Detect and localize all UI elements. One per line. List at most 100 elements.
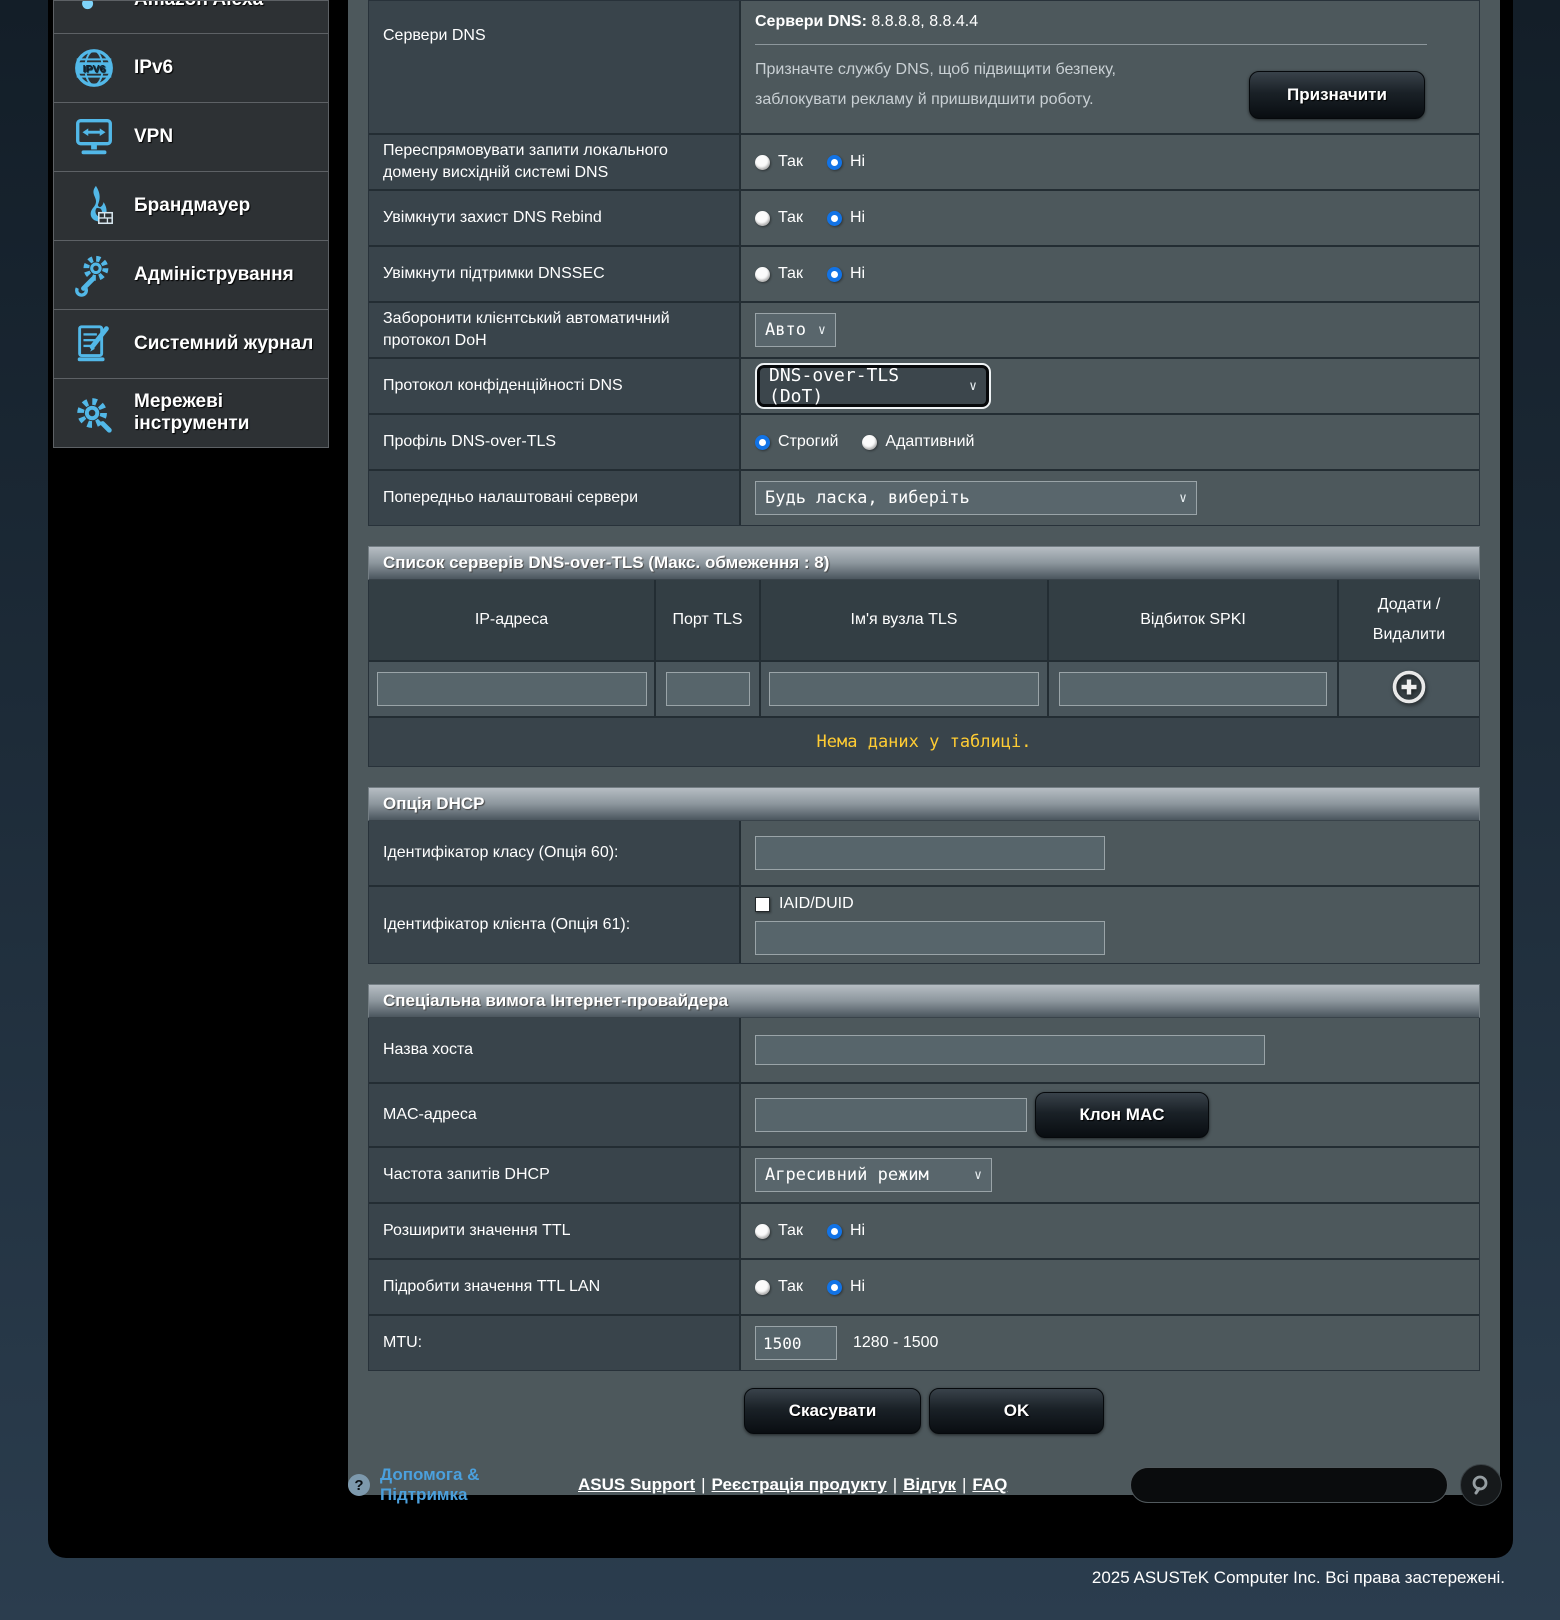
yes-radio[interactable] <box>755 154 770 170</box>
dot-server-list-section: Список серверів DNS-over-TLS (Макс. обме… <box>368 546 1480 767</box>
dns-servers-label: Сервери DNS <box>369 1 741 133</box>
ip-address-input[interactable] <box>376 672 647 706</box>
sidebar-item-label: Системний журнал <box>134 333 314 354</box>
isp-requirement-table: Назва хоста MAC-адреса Клон MAC Частота … <box>368 1018 1480 1371</box>
alexa-icon <box>70 1 118 24</box>
dns-privacy-select[interactable]: DNS-over-TLS (DoT) ∨ <box>760 365 986 407</box>
dhcp-option-section: Опція DHCP Ідентифікатор класу (Опція 60… <box>368 787 1480 964</box>
forward-local-dns-row: Переспрямовувати запити локального домен… <box>369 133 1479 189</box>
no-radio[interactable] <box>826 210 842 226</box>
wan-settings-panel: Сервери DNS Сервери DNS: 8.8.8.8, 8.8.4.… <box>348 0 1500 1495</box>
no-radio[interactable] <box>826 1279 842 1295</box>
mac-address-label: MAC-адреса <box>369 1084 741 1146</box>
dot-server-table: IP-адреса Порт TLS Ім'я вузла TLS Відбит… <box>368 580 1480 767</box>
divider <box>755 44 1427 45</box>
sidebar: Amazon Alexa IPV6 IPv6 <box>53 0 329 448</box>
dns-privacy-label: Протокол конфіденційності DNS <box>369 359 741 413</box>
opportunistic-radio[interactable] <box>862 434 878 450</box>
dhcp-frequency-row: Частота запитів DHCP Агресивний режим ∨ <box>369 1146 1479 1202</box>
no-radio[interactable] <box>826 266 842 282</box>
footer-links: ASUS Support | Реєстрація продукту | Відгук |… <box>578 1475 1007 1495</box>
sidebar-item-network-tools[interactable]: Мережеві інструменти <box>53 378 329 448</box>
dhcp-client-input[interactable] <box>755 921 1105 955</box>
extend-ttl-row: Розширити значення TTL Так Ні <box>369 1202 1479 1258</box>
mtu-range-hint: 1280 - 1500 <box>853 1334 939 1351</box>
spoof-ttl-lan-row: Підробити значення TTL LAN Так Ні <box>369 1258 1479 1314</box>
chevron-down-icon: ∨ <box>974 1167 982 1183</box>
network-tools-icon <box>70 389 118 437</box>
dot-server-list-title: Список серверів DNS-over-TLS (Макс. обме… <box>368 546 1480 580</box>
mac-address-input[interactable] <box>755 1098 1027 1132</box>
system-log-icon <box>70 320 118 368</box>
mtu-row: MTU: 1280 - 1500 <box>369 1314 1479 1370</box>
link-separator: | <box>701 1475 706 1494</box>
spoof-ttl-lan-label: Підробити значення TTL LAN <box>369 1260 741 1314</box>
tls-hostname-input[interactable] <box>769 672 1039 706</box>
dns-rebind-label: Увімкнути захист DNS Rebind <box>369 191 741 245</box>
sidebar-item-system-log[interactable]: Системний журнал <box>53 309 329 379</box>
svg-text:IPV6: IPV6 <box>83 63 106 75</box>
doh-select[interactable]: Авто ∨ <box>755 313 836 347</box>
tls-port-input[interactable] <box>665 672 750 706</box>
mac-clone-button[interactable]: Клон MAC <box>1035 1092 1209 1138</box>
yes-label: Так <box>778 1222 803 1239</box>
dns-servers-value: Сервери DNS: 8.8.8.8, 8.8.4.4 <box>755 13 979 30</box>
spki-fingerprint-input[interactable] <box>1059 672 1327 706</box>
app-frame: Amazon Alexa IPV6 IPv6 <box>48 0 1513 1558</box>
sidebar-item-label: Amazon Alexa <box>134 1 263 11</box>
sidebar-item-firewall[interactable]: Брандмауер <box>53 171 329 241</box>
search-button[interactable] <box>1460 1464 1502 1506</box>
faq-link[interactable]: FAQ <box>972 1475 1007 1494</box>
sidebar-item-ipv6[interactable]: IPV6 IPv6 <box>53 33 329 103</box>
preset-servers-label: Попередньо налаштовані сервери <box>369 471 741 525</box>
yes-radio[interactable] <box>755 1279 770 1295</box>
hostname-row: Назва хоста <box>369 1018 1479 1082</box>
yes-radio[interactable] <box>755 210 770 226</box>
yes-radio[interactable] <box>755 266 770 282</box>
ok-button[interactable]: OK <box>929 1388 1104 1434</box>
dhcp-frequency-label: Частота запитів DHCP <box>369 1148 741 1202</box>
sidebar-item-administration[interactable]: Адміністрування <box>53 240 329 310</box>
ipv6-icon: IPV6 <box>70 44 118 92</box>
col-header-port: Порт TLS <box>656 580 761 660</box>
iaid-duid-checkbox[interactable] <box>755 896 770 912</box>
footer: ? Допомога & Підтримка ASUS Support | Реєс… <box>348 1455 1508 1515</box>
help-support[interactable]: ? Допомога & Підтримка <box>348 1465 533 1505</box>
mtu-input[interactable] <box>755 1326 837 1360</box>
table-empty-message: Нема даних у таблиці. <box>369 716 1479 766</box>
no-label: Ні <box>849 1222 866 1239</box>
link-separator: | <box>961 1475 967 1494</box>
dhcp-client-label: Ідентифікатор клієнта (Опція 61): <box>369 887 741 963</box>
product-registration-link[interactable]: Реєстрація продукту <box>712 1475 887 1494</box>
plus-circle-icon[interactable] <box>1389 667 1429 712</box>
mac-address-row: MAC-адреса Клон MAC <box>369 1082 1479 1146</box>
dhcp-class-input[interactable] <box>755 836 1105 870</box>
no-radio[interactable] <box>826 154 842 170</box>
hostname-input[interactable] <box>755 1035 1265 1065</box>
sidebar-item-vpn[interactable]: VPN <box>53 102 329 172</box>
preset-servers-select[interactable]: Будь ласка, виберіть ∨ <box>755 481 1197 515</box>
yes-radio[interactable] <box>755 1223 770 1239</box>
sidebar-item-label: VPN <box>134 126 174 147</box>
isp-requirement-title: Спеціальна вимога Інтернет-провайдера <box>368 984 1480 1018</box>
dnssec-label: Увімкнути підтримки DNSSEC <box>369 247 741 301</box>
dhcp-option-title: Опція DHCP <box>368 787 1480 821</box>
form-actions: Скасувати OK <box>348 1388 1500 1434</box>
vpn-icon <box>70 113 118 161</box>
assign-dns-button[interactable]: Призначити <box>1249 71 1425 119</box>
hostname-label: Назва хоста <box>369 1018 741 1082</box>
dhcp-class-label: Ідентифікатор класу (Опція 60): <box>369 821 741 885</box>
dhcp-client-row: Ідентифікатор клієнта (Опція 61): IAID/D… <box>369 885 1479 963</box>
no-label: Ні <box>849 1278 866 1295</box>
search-input[interactable] <box>1130 1467 1448 1503</box>
col-header-spki: Відбиток SPKI <box>1049 580 1339 660</box>
no-radio[interactable] <box>826 1223 842 1239</box>
sidebar-item-amazon-alexa[interactable]: Amazon Alexa <box>53 0 329 34</box>
cancel-button[interactable]: Скасувати <box>744 1388 921 1434</box>
feedback-link[interactable]: Відгук <box>903 1475 956 1494</box>
sidebar-item-label: Мережеві інструменти <box>134 391 250 434</box>
asus-support-link[interactable]: ASUS Support <box>578 1475 695 1494</box>
dhcp-frequency-select[interactable]: Агресивний режим ∨ <box>755 1158 992 1192</box>
chevron-down-icon: ∨ <box>817 322 826 338</box>
strict-radio[interactable] <box>755 434 770 450</box>
